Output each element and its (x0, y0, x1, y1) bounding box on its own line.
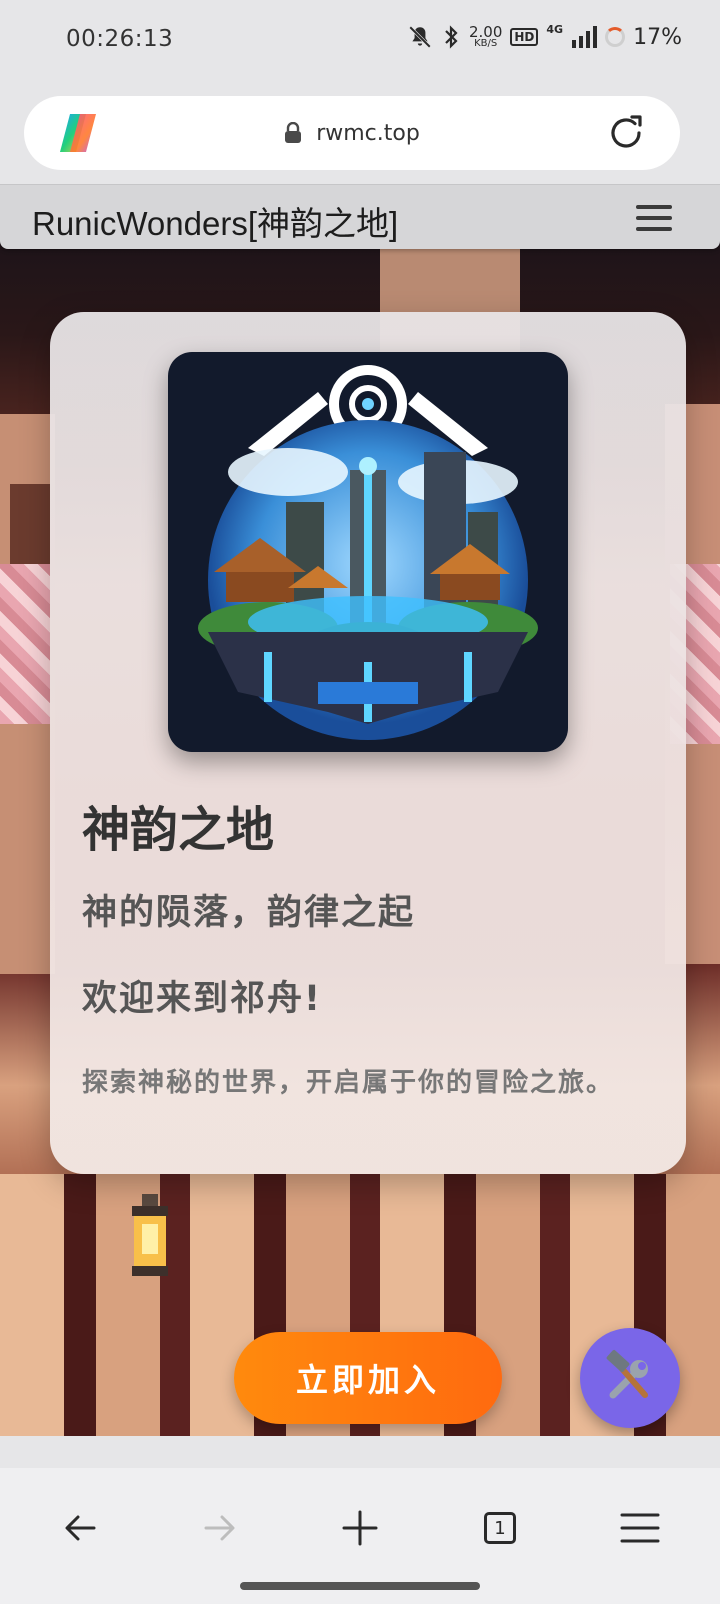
bluetooth-icon (445, 25, 458, 49)
address-bar[interactable]: rwmc.top (24, 96, 680, 170)
card-title: 神韵之地 (82, 802, 275, 858)
tools-button[interactable] (580, 1328, 680, 1428)
network-type: 4G (546, 22, 564, 36)
signal-icon (572, 26, 598, 48)
tab-count-box: 1 (484, 1512, 516, 1544)
join-now-button[interactable]: 立即加入 (234, 1332, 502, 1424)
menu-line (636, 216, 672, 220)
gesture-bar[interactable] (240, 1582, 480, 1590)
url-text[interactable]: rwmc.top (316, 121, 420, 146)
plus-icon (342, 1510, 378, 1546)
forward-button[interactable] (190, 1498, 250, 1558)
forward-arrow-icon (204, 1515, 235, 1541)
menu-icon (620, 1513, 660, 1543)
lantern-icon (122, 1194, 178, 1284)
site-title[interactable]: RunicWonders[神韵之地] (32, 197, 398, 245)
screen: 00:26:13 2.00 KB/S HD 4G 17% rwmc.top Ru… (0, 0, 720, 1604)
tab-count: 1 (494, 1517, 506, 1539)
browser-menu-button[interactable] (610, 1498, 670, 1558)
new-tab-button[interactable] (330, 1498, 390, 1558)
hd-badge: HD (510, 28, 539, 46)
lock-icon (285, 122, 302, 143)
tabs-button[interactable]: 1 (470, 1498, 530, 1558)
battery-icon (605, 27, 626, 47)
status-icons: 2.00 KB/S HD 4G 17% (407, 22, 682, 50)
scene-cherry-left (0, 564, 50, 724)
server-logo-image (168, 352, 568, 752)
menu-line (636, 205, 672, 209)
status-time: 00:26:13 (66, 26, 174, 52)
status-bar: 00:26:13 2.00 KB/S HD 4G 17% (0, 0, 720, 84)
site-menu-button[interactable] (636, 205, 672, 231)
hammer-wrench-icon (606, 1350, 648, 1399)
menu-line (636, 227, 672, 231)
card-description: 探索神秘的世界，开启属于你的冒险之旅。 (82, 1068, 615, 1098)
back-button[interactable] (50, 1498, 110, 1558)
scene-window (10, 484, 50, 574)
net-speed: 2.00 KB/S (468, 23, 503, 49)
copilot-icon[interactable] (56, 112, 100, 154)
web-viewport: RunicWonders[神韵之地] 神韵之地 神的陨落，韵律之起 欢迎来到祁舟… (0, 184, 720, 1436)
browser-bottom-nav: 1 (0, 1468, 720, 1604)
site-header: RunicWonders[神韵之地] (0, 184, 720, 249)
battery-level: 17% (633, 24, 682, 50)
mute-bell-icon (409, 26, 431, 48)
reload-icon[interactable] (606, 113, 646, 153)
hero-card: 神韵之地 神的陨落，韵律之起 欢迎来到祁舟! 探索神秘的世界，开启属于你的冒险之… (50, 312, 686, 1174)
card-subtitle: 神的陨落，韵律之起 (82, 893, 416, 933)
back-arrow-icon (65, 1515, 96, 1541)
card-welcome: 欢迎来到祁舟! (82, 979, 322, 1019)
